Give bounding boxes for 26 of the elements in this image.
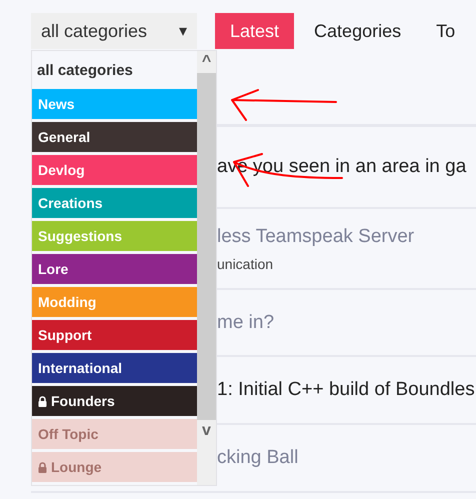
scrollbar[interactable]: ^ v <box>197 51 216 485</box>
category-item[interactable]: International <box>32 353 197 383</box>
caret-icon: ▾ <box>179 21 187 41</box>
category-item[interactable]: Off Topic <box>32 419 197 449</box>
category-item[interactable]: Founders <box>32 386 197 416</box>
lock-icon <box>38 462 47 472</box>
category-select[interactable]: all categories ▾ <box>31 13 197 49</box>
menu-header[interactable]: all categories <box>32 51 197 89</box>
category-item[interactable]: Lounge <box>32 452 197 482</box>
topic-title[interactable]: 1: Initial C++ build of Boundles <box>217 379 476 401</box>
nav-tab[interactable]: Latest <box>215 13 294 49</box>
topic-title[interactable]: me in? <box>217 312 476 334</box>
topic-category[interactable]: unication <box>217 256 476 272</box>
scroll-thumb[interactable] <box>197 73 216 420</box>
nav-tab[interactable]: Categories <box>299 13 416 49</box>
category-item[interactable]: Creations <box>32 188 197 218</box>
category-item[interactable]: Devlog <box>32 155 197 185</box>
category-item[interactable]: General <box>32 122 197 152</box>
category-item[interactable]: Support <box>32 320 197 350</box>
nav-tab[interactable]: To <box>421 13 470 49</box>
scroll-up-icon[interactable]: ^ <box>202 51 212 73</box>
scroll-down-icon[interactable]: v <box>202 420 211 442</box>
category-item[interactable]: Lore <box>32 254 197 284</box>
topic-title[interactable]: cking Ball <box>217 447 476 469</box>
topic-title[interactable]: less Teamspeak Server <box>217 226 476 248</box>
lock-icon <box>38 396 47 406</box>
